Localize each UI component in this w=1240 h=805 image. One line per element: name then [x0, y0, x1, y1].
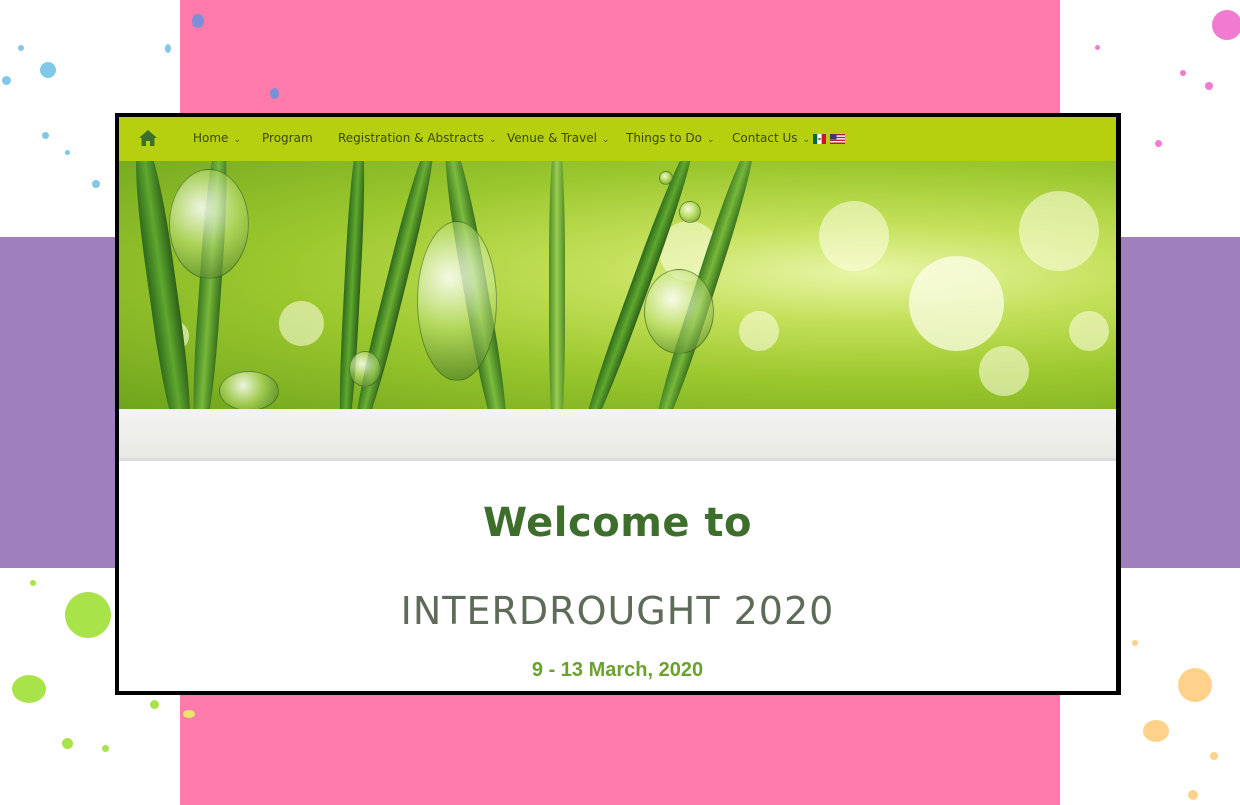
nav-item-label: Program	[262, 131, 313, 145]
nav-item-label: Registration & Abstracts	[338, 131, 484, 145]
nav-item-label: Contact Us	[732, 131, 798, 145]
hero-banner-image	[119, 161, 1116, 409]
nav-item-home[interactable]: Home ⌄	[193, 131, 241, 145]
mexico-flag-icon[interactable]	[813, 134, 826, 144]
chevron-down-icon: ⌄	[488, 135, 497, 145]
top-nav: Home ⌄ Program Registration & Abstracts ⌄ …	[119, 117, 1116, 161]
chevron-down-icon: ⌄	[802, 135, 811, 145]
usa-flag-icon[interactable]	[830, 134, 845, 144]
nav-item-label: Things to Do	[626, 131, 703, 145]
nav-item-program[interactable]: Program	[262, 131, 313, 145]
chevron-down-icon: ⌄	[601, 135, 610, 145]
nav-item-things-to-do[interactable]: Things to Do ⌄	[626, 131, 715, 145]
nav-item-label: Venue & Travel	[507, 131, 597, 145]
event-dates: 9 - 13 March, 2020	[531, 659, 704, 681]
paper-strip	[119, 409, 1116, 461]
website-screenshot: Home ⌄ Program Registration & Abstracts ⌄ …	[115, 113, 1121, 695]
nav-item-venue-travel[interactable]: Venue & Travel ⌄	[507, 131, 609, 145]
home-icon[interactable]	[137, 128, 159, 148]
chevron-down-icon: ⌄	[707, 135, 715, 145]
nav-item-contact-us[interactable]: Contact Us ⌄	[732, 131, 810, 145]
chevron-down-icon: ⌄	[233, 135, 241, 145]
welcome-heading: Welcome to	[482, 500, 753, 546]
nav-item-registration-abstracts[interactable]: Registration & Abstracts ⌄	[338, 131, 497, 145]
event-title: INTERDROUGHT 2020	[400, 589, 835, 633]
nav-item-label: Home	[193, 131, 229, 145]
